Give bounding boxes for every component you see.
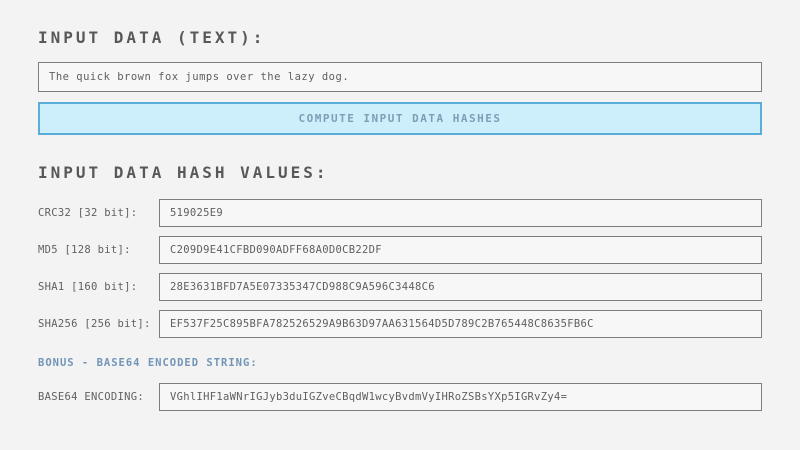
base64-row: BASE64 ENCODING: [38, 383, 762, 411]
sha1-value-field[interactable] [159, 273, 762, 301]
input-data-text-field[interactable] [38, 62, 762, 92]
hash-values-heading: INPUT DATA HASH VALUES: [38, 163, 762, 182]
md5-label: MD5 [128 bit]: [38, 244, 159, 256]
hash-row-crc32: CRC32 [32 bit]: [38, 199, 762, 227]
md5-value-field[interactable] [159, 236, 762, 264]
sha1-label: SHA1 [160 bit]: [38, 281, 159, 293]
hash-row-sha1: SHA1 [160 bit]: [38, 273, 762, 301]
sha256-label: SHA256 [256 bit]: [38, 318, 159, 330]
input-data-heading: INPUT DATA (TEXT): [38, 28, 762, 47]
page: INPUT DATA (TEXT): COMPUTE INPUT DATA HA… [0, 0, 800, 411]
bonus-base64-heading: BONUS - BASE64 ENCODED STRING: [38, 357, 762, 369]
base64-value-field[interactable] [159, 383, 762, 411]
hash-row-md5: MD5 [128 bit]: [38, 236, 762, 264]
hash-row-sha256: SHA256 [256 bit]: [38, 310, 762, 338]
base64-label: BASE64 ENCODING: [38, 391, 159, 403]
crc32-label: CRC32 [32 bit]: [38, 207, 159, 219]
crc32-value-field[interactable] [159, 199, 762, 227]
sha256-value-field[interactable] [159, 310, 762, 338]
compute-hashes-button[interactable]: COMPUTE INPUT DATA HASHES [38, 102, 762, 135]
